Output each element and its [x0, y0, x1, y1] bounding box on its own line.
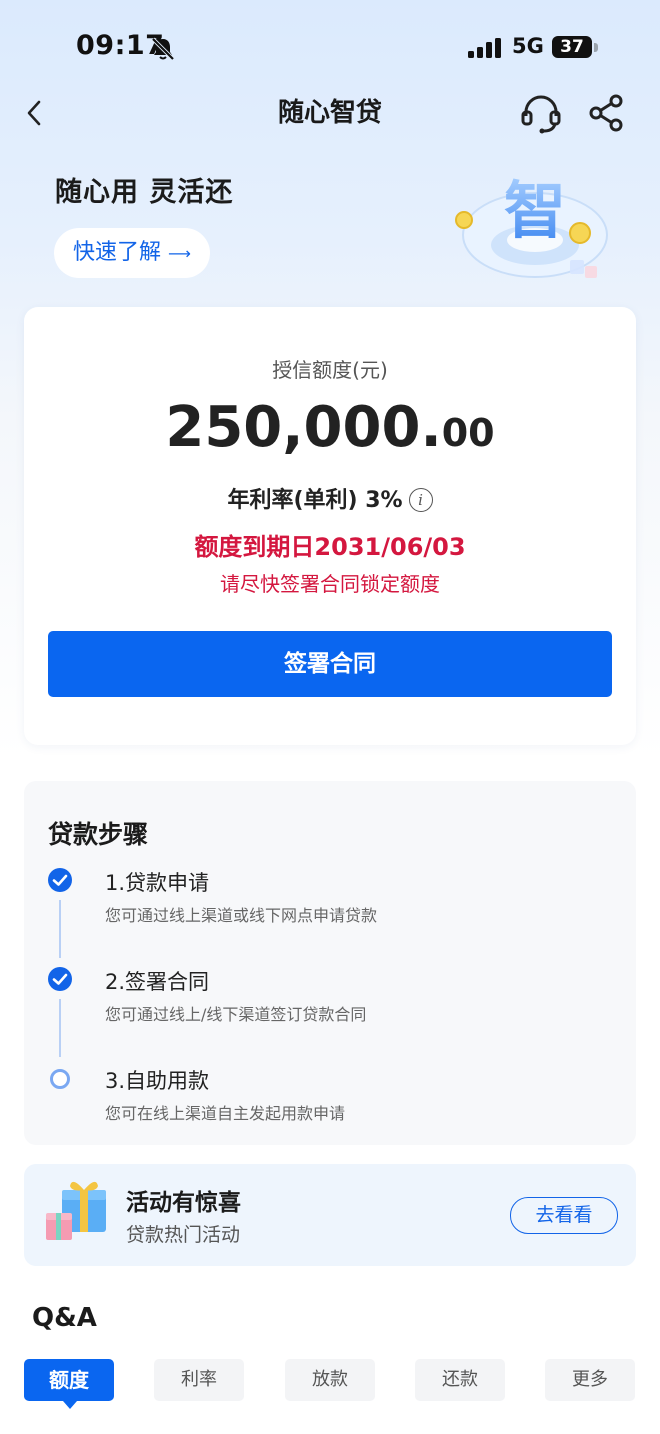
annual-rate: 年利率(单利) 3% i	[0, 482, 660, 514]
step-connector	[59, 999, 61, 1057]
hero-slogan: 随心用 灵活还	[55, 177, 234, 208]
credit-amount-int: 250,000.	[165, 395, 442, 460]
view-activity-button[interactable]: 去看看	[510, 1197, 618, 1234]
sign-reminder: 请尽快签署合同锁定额度	[220, 572, 440, 596]
network-type: 5G	[512, 34, 544, 58]
learn-more-label: 快速了解	[73, 240, 162, 265]
step-name: 1.贷款申请	[105, 871, 210, 895]
status-bar: 09:17 5G 37	[0, 0, 660, 96]
step-desc: 您可通过线上/线下渠道签订贷款合同	[105, 1005, 367, 1024]
share-icon[interactable]	[588, 94, 624, 132]
tab-repayment[interactable]: 还款	[415, 1359, 505, 1401]
qa-title: Q&A	[32, 1303, 97, 1333]
gift-icon	[46, 1181, 106, 1240]
credit-amount: 250,000.00	[0, 395, 660, 460]
activity-subtitle: 贷款热门活动	[126, 1224, 241, 1246]
tab-rate[interactable]: 利率	[154, 1359, 244, 1401]
sign-contract-button[interactable]: 签署合同	[48, 631, 612, 697]
arrow-right-icon: ⟶	[168, 244, 191, 263]
credit-label: 授信额度(元)	[272, 358, 388, 382]
activity-title: 活动有惊喜	[126, 1190, 241, 1216]
step-name: 3.自助用款	[105, 1069, 210, 1093]
battery-icon: 37	[552, 36, 592, 58]
battery-tip	[594, 43, 598, 52]
annual-rate-text: 年利率(单利) 3%	[227, 488, 403, 513]
customer-service-icon[interactable]	[520, 94, 562, 134]
learn-more-button[interactable]: 快速了解 ⟶	[54, 228, 210, 278]
tab-more[interactable]: 更多	[545, 1359, 635, 1401]
tab-disbursement[interactable]: 放款	[285, 1359, 375, 1401]
credit-expiry: 额度到期日2031/06/03	[194, 533, 466, 561]
hero-art-char: 智	[504, 174, 566, 247]
check-icon	[48, 967, 72, 991]
step-desc: 您可在线上渠道自主发起用款申请	[105, 1104, 346, 1123]
signal-icon	[468, 38, 501, 58]
bell-muted-icon	[151, 37, 175, 61]
info-icon[interactable]: i	[408, 488, 433, 512]
step-connector	[59, 900, 61, 958]
tab-quota[interactable]: 额度	[24, 1359, 114, 1409]
step-desc: 您可通过线上渠道或线下网点申请贷款	[105, 906, 378, 925]
credit-amount-dec: 00	[441, 411, 495, 455]
loan-steps-title: 贷款步骤	[48, 820, 149, 849]
smart-loan-illustration: 智	[455, 174, 608, 278]
check-icon	[48, 868, 72, 892]
pending-step-icon	[50, 1069, 70, 1089]
step-name: 2.签署合同	[105, 970, 210, 994]
